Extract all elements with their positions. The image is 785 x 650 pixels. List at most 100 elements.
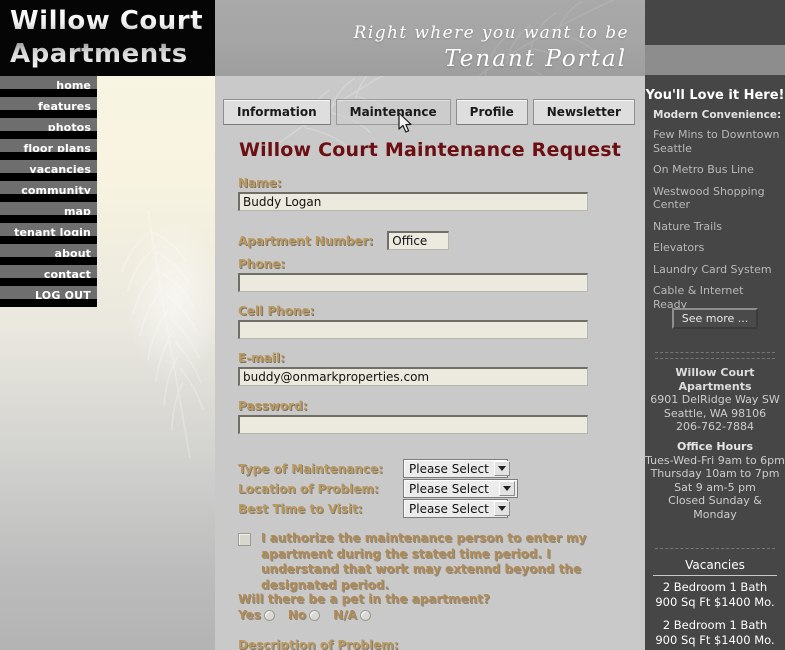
vacancy-line-1: 2 Bedroom 1 Bath	[662, 618, 768, 632]
phone-input[interactable]	[238, 273, 588, 292]
radio-button[interactable]	[263, 609, 275, 621]
sidebar-accent-strip	[645, 45, 785, 75]
chevron-down-icon[interactable]	[493, 461, 510, 476]
portal-title: Tenant Portal	[444, 46, 627, 72]
pet-option-no[interactable]: No	[287, 608, 321, 622]
nav-item-vacancies[interactable]: vacancies	[0, 160, 97, 181]
type-of-maintenance-select[interactable]: Please Select	[403, 459, 510, 478]
vacancy-listing[interactable]: 2 Bedroom 1 Bath 900 Sq Ft $1400 Mo.	[645, 580, 785, 609]
nav-item-home[interactable]: home	[0, 76, 97, 97]
nav-item-community[interactable]: community	[0, 181, 97, 202]
location-of-problem-selected-value: Please Select	[409, 481, 489, 496]
tab-newsletter[interactable]: Newsletter	[532, 99, 635, 125]
office-hours-line: Thursday 10am to 7pm	[650, 467, 780, 480]
nav-item-features[interactable]: features	[0, 97, 97, 118]
vacancy-line-2: 900 Sq Ft $1400 Mo.	[655, 632, 775, 647]
office-hours-heading: Office Hours	[677, 440, 753, 453]
pine-branch-watermark	[121, 210, 204, 459]
name-input[interactable]	[238, 192, 588, 211]
page-title: Willow Court Maintenance Request	[238, 139, 621, 161]
left-sidebar: Willow Court Apartments home features phot…	[0, 0, 215, 650]
header-tagline: Right where you want to be	[353, 23, 629, 43]
address-citystate: Seattle, WA 98106	[663, 406, 767, 420]
field-password: Password:	[238, 399, 588, 434]
nav-item-map[interactable]: map	[0, 202, 97, 223]
description-label: Description of Problem:	[238, 638, 399, 650]
sidebar-divider-bottom	[655, 548, 775, 549]
best-time-to-visit-label: Best Time to Visit:	[238, 501, 363, 516]
email-label: E-mail:	[238, 351, 285, 365]
authorize-checkbox[interactable]	[238, 533, 251, 546]
pet-option-na[interactable]: N/A	[333, 608, 371, 622]
sidebar-divider-top	[655, 352, 775, 353]
location-of-problem-select[interactable]: Please Select	[403, 479, 518, 498]
address-phone: 206-762-7884	[676, 420, 754, 433]
convenience-item: Nature Trails	[653, 219, 723, 233]
chevron-down-icon[interactable]	[499, 481, 515, 496]
site-logo[interactable]: Willow Court Apartments	[0, 0, 215, 76]
sidebar-divider-top-2	[655, 358, 775, 359]
office-hours-lines: Tues-Wed-Fri 9am to 6pm Thursday 10am to …	[645, 454, 785, 522]
select-row-type-of-maintenance: Type of Maintenance: Please Select	[238, 459, 510, 478]
vacancy-listing[interactable]: 2 Bedroom 1 Bath 900 Sq Ft $1400 Mo.	[645, 618, 785, 647]
chevron-down-icon[interactable]	[493, 501, 510, 516]
field-email: E-mail:	[238, 351, 588, 386]
address-name-1: Willow Court	[675, 366, 755, 379]
pet-option-yes[interactable]: Yes	[238, 608, 275, 622]
convenience-item: Cable & Internet Ready	[653, 284, 744, 311]
office-hours-line: Tues-Wed-Fri 9am to 6pm	[645, 453, 785, 467]
field-phone: Phone:	[238, 257, 588, 292]
nav-item-about[interactable]: about	[0, 244, 97, 265]
nav-item-photos[interactable]: photos	[0, 118, 97, 139]
logo-line-1: Willow Court	[10, 6, 204, 36]
select-row-best-time-to-visit: Best Time to Visit: Please Select	[238, 499, 510, 518]
office-hours-line: Closed Sunday & Monday	[668, 494, 762, 521]
tab-maintenance[interactable]: Maintenance	[335, 99, 451, 125]
convenience-item: Laundry Card System	[653, 262, 772, 276]
right-sidebar: You'll Love it Here! Modern Convenience:…	[645, 0, 785, 650]
field-name: Name:	[238, 176, 588, 211]
field-apartment-number: Apartment Number:	[238, 231, 450, 250]
radio-button[interactable]	[309, 609, 321, 621]
portal-tabs: Information Maintenance Profile Newsletter	[223, 99, 640, 125]
nav-item-log-out[interactable]: LOG OUT	[0, 286, 97, 307]
main-navigation: home features photos floor plans vacancies co…	[0, 76, 97, 307]
pet-option-label: No	[287, 608, 307, 622]
main-content: Information Maintenance Profile Newsletter …	[215, 76, 645, 650]
tab-information[interactable]: Information	[223, 99, 331, 125]
vacancies-rule	[653, 575, 777, 576]
password-input[interactable]	[238, 415, 588, 434]
pet-option-label: N/A	[333, 608, 357, 622]
convenience-item: Few Mins to Downtown Seattle	[653, 128, 780, 155]
select-row-location-of-problem: Location of Problem: Please Select	[238, 479, 518, 498]
best-time-to-visit-selected-value: Please Select	[409, 501, 489, 516]
office-hours-line: Sat 9 am-5 pm	[674, 480, 756, 494]
cell-phone-label: Cell Phone:	[238, 304, 315, 318]
nav-item-contact[interactable]: contact	[0, 265, 97, 286]
header-banner: Right where you want to be Tenant Portal	[215, 0, 645, 76]
apartment-number-input[interactable]	[387, 231, 450, 250]
vacancy-line-2: 900 Sq Ft $1400 Mo.	[655, 594, 775, 609]
pet-question-label: Will there be a pet in the apartment?	[238, 592, 490, 606]
convenience-item: On Metro Bus Line	[653, 163, 754, 176]
password-label: Password:	[238, 399, 308, 413]
convenience-label: Modern Convenience:	[653, 109, 782, 121]
type-of-maintenance-selected-value: Please Select	[409, 461, 489, 476]
apartment-number-label: Apartment Number:	[238, 233, 374, 248]
convenience-list: Few Mins to Downtown Seattle On Metro Bus…	[653, 128, 781, 319]
radio-button[interactable]	[359, 609, 371, 621]
field-cell-phone: Cell Phone:	[238, 304, 588, 339]
best-time-to-visit-select[interactable]: Please Select	[403, 499, 510, 518]
tab-profile[interactable]: Profile	[455, 99, 528, 125]
pet-option-label: Yes	[238, 608, 261, 622]
name-label: Name:	[238, 176, 282, 190]
nav-item-floor-plans[interactable]: floor plans	[0, 139, 97, 160]
location-of-problem-label: Location of Problem:	[238, 481, 379, 496]
convenience-item: Westwood Shopping Center	[653, 184, 765, 212]
email-input[interactable]	[238, 367, 588, 386]
cell-phone-input[interactable]	[238, 320, 588, 339]
address-street: 6901 DelRidge Way SW	[650, 393, 780, 406]
nav-item-tenant-login[interactable]: tenant login	[0, 223, 97, 244]
page-root: Willow Court Apartments home features phot…	[0, 0, 785, 650]
see-more-button[interactable]: See more ...	[671, 308, 759, 329]
